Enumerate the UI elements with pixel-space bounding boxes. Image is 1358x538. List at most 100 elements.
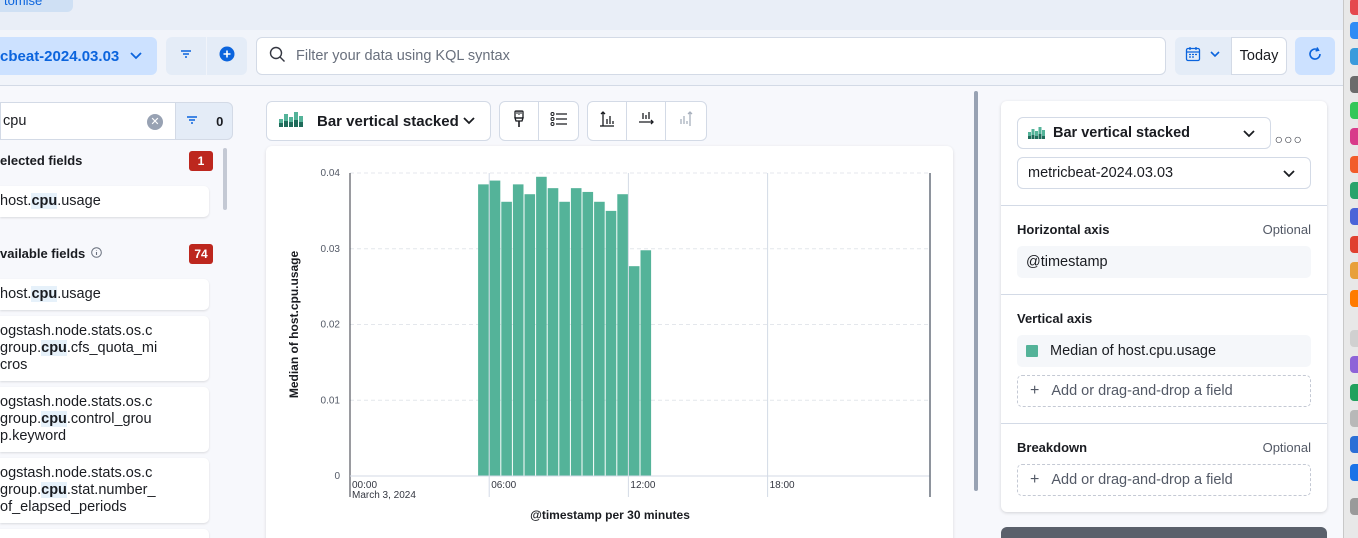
chevron-down-icon bbox=[1209, 47, 1221, 65]
filter-icon bbox=[185, 114, 199, 129]
data-view-label: cbeat-2024.03.03 bbox=[0, 47, 120, 65]
vertical-axis-label: Vertical axis bbox=[1017, 311, 1093, 326]
x-tick-label: 06:00 bbox=[491, 480, 516, 491]
available-fields-header[interactable]: vailable fields bbox=[0, 246, 103, 261]
y-tick-label: 0 bbox=[334, 471, 340, 482]
series-color-swatch bbox=[1026, 345, 1038, 357]
app-icon[interactable] bbox=[1350, 128, 1358, 145]
app-icon[interactable] bbox=[1350, 0, 1358, 15]
add-filter-button[interactable] bbox=[207, 37, 247, 75]
optional-label: Optional bbox=[1262, 440, 1311, 455]
app-icon[interactable] bbox=[1350, 22, 1358, 39]
data-view-select-label: metricbeat-2024.03.03 bbox=[1028, 165, 1174, 181]
app-icon[interactable] bbox=[1350, 236, 1358, 253]
filter-button[interactable] bbox=[166, 37, 206, 75]
style-toolbar bbox=[499, 101, 579, 141]
app-icon[interactable] bbox=[1350, 102, 1358, 119]
available-fields-count: 74 bbox=[189, 244, 213, 264]
field-item[interactable]: ogstash.node.stats.os.c group.cpu.cfs_qu… bbox=[0, 316, 209, 381]
chevron-down-icon bbox=[1242, 126, 1256, 144]
selected-fields-title: elected fields bbox=[0, 153, 83, 168]
date-quick-menu-button[interactable] bbox=[1175, 37, 1231, 75]
y-tick-label: 0.01 bbox=[321, 395, 341, 406]
app-icon[interactable] bbox=[1350, 498, 1358, 515]
data-view-select[interactable]: metricbeat-2024.03.03 bbox=[1017, 157, 1311, 189]
app-icon[interactable] bbox=[1350, 436, 1358, 453]
horizontal-axis-icon bbox=[637, 110, 655, 133]
app-icon[interactable] bbox=[1350, 262, 1358, 279]
bottom-axis-button[interactable] bbox=[627, 102, 666, 140]
brush-icon bbox=[512, 109, 526, 133]
plus-icon: + bbox=[1030, 382, 1040, 399]
field-item[interactable]: host.cpu.usage bbox=[0, 279, 209, 310]
add-field-label: Add or drag-and-drop a field bbox=[1051, 472, 1233, 488]
field-item[interactable] bbox=[0, 529, 209, 538]
vertical-axis-field-name: Median of host.cpu.usage bbox=[1050, 343, 1217, 359]
app-icon[interactable] bbox=[1350, 156, 1358, 173]
visual-options-button[interactable] bbox=[500, 102, 539, 140]
app-icon[interactable] bbox=[1350, 410, 1358, 427]
app-icon[interactable] bbox=[1350, 208, 1358, 225]
plus-icon: + bbox=[1030, 471, 1040, 488]
search-icon bbox=[269, 46, 286, 67]
chevron-down-icon bbox=[1282, 166, 1296, 184]
info-icon bbox=[91, 246, 103, 261]
vertical-axis-icon bbox=[598, 110, 616, 133]
app-icon[interactable] bbox=[1350, 384, 1358, 401]
app-icon[interactable] bbox=[1350, 330, 1358, 347]
bar bbox=[501, 201, 512, 476]
left-axis-button[interactable] bbox=[588, 102, 627, 140]
app-icon[interactable] bbox=[1350, 48, 1358, 65]
layer-chart-type-select[interactable]: Bar vertical stacked bbox=[1017, 117, 1271, 149]
axis-toolbar bbox=[587, 101, 707, 141]
clear-icon[interactable]: ✕ bbox=[147, 114, 163, 130]
more-actions-icon[interactable]: ○○○ bbox=[1275, 131, 1303, 147]
layer-chart-type-label: Bar vertical stacked bbox=[1053, 125, 1191, 141]
bar bbox=[570, 188, 582, 476]
app-icon[interactable] bbox=[1350, 76, 1358, 93]
field-item[interactable]: ogstash.node.stats.os.c group.cpu.stat.n… bbox=[0, 458, 209, 523]
divider bbox=[1001, 294, 1327, 295]
refresh-button[interactable] bbox=[1295, 37, 1335, 75]
filter-count: 0 bbox=[216, 113, 224, 129]
bar-chart[interactable]: 00.010.020.030.0400:00March 3, 202406:00… bbox=[266, 146, 953, 538]
top-tab[interactable]: tomise bbox=[0, 0, 73, 12]
add-breakdown-field-button[interactable]: + Add or drag-and-drop a field bbox=[1017, 464, 1311, 496]
chart-type-switcher[interactable]: Bar vertical stacked bbox=[266, 101, 491, 141]
kql-search-input[interactable]: Filter your data using KQL syntax bbox=[256, 37, 1166, 75]
field-name: ogstash.node.stats.os.c group.cpu.contro… bbox=[0, 394, 153, 444]
data-view-picker[interactable]: cbeat-2024.03.03 bbox=[0, 37, 157, 75]
add-vertical-field-button[interactable]: + Add or drag-and-drop a field bbox=[1017, 375, 1311, 407]
app-icon[interactable] bbox=[1350, 290, 1358, 307]
legend-options-button[interactable] bbox=[539, 102, 578, 140]
selected-fields-count: 1 bbox=[189, 151, 213, 171]
top-band bbox=[0, 0, 1343, 30]
selected-fields-header[interactable]: elected fields bbox=[0, 153, 82, 168]
workspace-scrollbar[interactable] bbox=[974, 91, 978, 491]
app-icon[interactable] bbox=[1350, 356, 1358, 373]
field-item[interactable]: ogstash.node.stats.os.c group.cpu.contro… bbox=[0, 387, 209, 452]
field-filter-button[interactable]: 0 bbox=[175, 102, 233, 140]
y-tick-label: 0.04 bbox=[321, 168, 341, 179]
y-tick-label: 0.02 bbox=[321, 320, 341, 331]
optional-label: Optional bbox=[1262, 222, 1311, 237]
y-axis-title: Median of host.cpu.usage bbox=[287, 251, 301, 399]
bar bbox=[640, 250, 652, 476]
y-tick-label: 0.03 bbox=[321, 244, 341, 255]
right-axis-button[interactable] bbox=[666, 102, 705, 140]
field-item[interactable]: host.cpu.usage bbox=[0, 186, 209, 217]
vertical-axis-field[interactable]: Median of host.cpu.usage bbox=[1017, 335, 1311, 367]
right-axis-icon bbox=[677, 110, 695, 133]
bar bbox=[582, 191, 594, 476]
horizontal-axis-field[interactable]: @timestamp bbox=[1017, 246, 1311, 278]
bar bbox=[524, 194, 536, 476]
app-icon[interactable] bbox=[1350, 182, 1358, 199]
field-name: host.cpu.usage bbox=[0, 193, 101, 209]
app-icon[interactable] bbox=[1350, 464, 1358, 481]
field-search-input[interactable]: cpu ✕ bbox=[0, 102, 176, 140]
add-field-label: Add or drag-and-drop a field bbox=[1051, 383, 1233, 399]
config-panel: Bar vertical stacked ○○○ metricbeat-2024… bbox=[1001, 101, 1327, 512]
sidebar-scrollbar[interactable] bbox=[223, 148, 227, 210]
bar bbox=[617, 194, 628, 476]
date-range-today[interactable]: Today bbox=[1231, 37, 1287, 75]
